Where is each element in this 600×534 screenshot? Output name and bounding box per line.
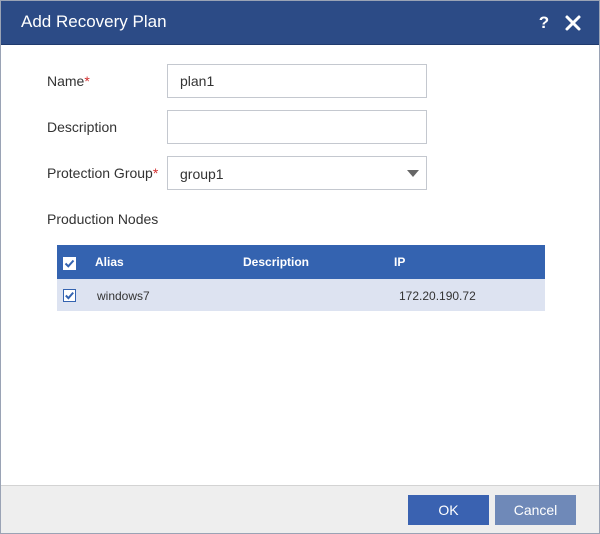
protection-group-label-text: Protection Group: [47, 165, 153, 181]
close-button[interactable]: [562, 11, 584, 35]
production-nodes-label: Production Nodes: [47, 211, 159, 227]
protection-group-required-mark: *: [152, 165, 159, 181]
name-required-mark: *: [84, 73, 90, 89]
checkmark-icon: [65, 291, 74, 300]
dialog-title-bar: Add Recovery Plan ?: [1, 1, 599, 45]
row-ip: 172.20.190.72: [399, 289, 476, 303]
row-alias: windows7: [97, 289, 150, 303]
table-row[interactable]: windows7 172.20.190.72: [57, 279, 545, 311]
dialog-title: Add Recovery Plan: [21, 12, 167, 31]
protection-group-select[interactable]: group1: [167, 156, 427, 190]
name-input[interactable]: [167, 64, 427, 98]
chevron-down-icon[interactable]: [407, 170, 419, 177]
name-label: Name*: [47, 73, 90, 89]
column-header-ip[interactable]: IP: [394, 255, 405, 269]
dialog-footer: OK Cancel: [1, 485, 599, 533]
help-button[interactable]: ?: [536, 13, 552, 33]
description-label: Description: [47, 119, 118, 135]
protection-group-selected-value: group1: [180, 166, 224, 182]
select-all-checkbox[interactable]: [63, 257, 76, 270]
table-header: Alias Description IP: [57, 245, 545, 279]
name-label-text: Name: [47, 73, 85, 89]
close-icon: [565, 15, 581, 31]
cancel-button[interactable]: Cancel: [495, 495, 576, 525]
add-recovery-plan-dialog: Add Recovery Plan ? Name* Description Pr…: [0, 0, 600, 534]
ok-button[interactable]: OK: [408, 495, 489, 525]
row-checkbox[interactable]: [63, 289, 76, 302]
production-nodes-table: Alias Description IP windows7 172.20.190…: [57, 245, 545, 311]
column-header-alias[interactable]: Alias: [95, 255, 124, 269]
description-input[interactable]: [167, 110, 427, 144]
checkmark-icon: [64, 259, 75, 268]
protection-group-label: Protection Group*: [47, 165, 158, 181]
column-header-description[interactable]: Description: [243, 255, 309, 269]
